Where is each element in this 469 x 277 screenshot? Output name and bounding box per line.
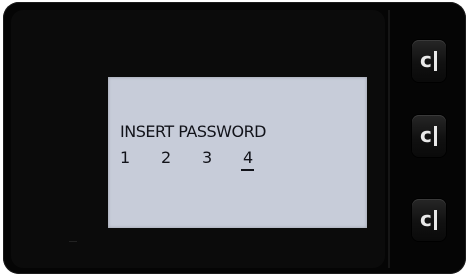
softkey-middle-button[interactable]: c bbox=[412, 115, 446, 157]
password-digit: 1 bbox=[120, 148, 131, 167]
softkey-c-icon: c bbox=[420, 48, 432, 72]
password-prompt: INSERT PASSWORD bbox=[120, 122, 267, 141]
panel-divider bbox=[388, 10, 390, 268]
softkey-bar-icon bbox=[434, 126, 437, 146]
input-cursor bbox=[241, 169, 254, 171]
softkey-bar-icon bbox=[434, 210, 437, 230]
password-digit: 3 bbox=[202, 148, 213, 167]
device-panel: INSERT PASSWORD 1 2 3 4 c c c bbox=[3, 2, 466, 274]
password-digit: 2 bbox=[161, 148, 172, 167]
softkey-c-icon: c bbox=[420, 123, 432, 147]
softkey-bar-icon bbox=[434, 51, 437, 71]
bezel-mark bbox=[69, 241, 77, 242]
softkey-c-icon: c bbox=[420, 207, 432, 231]
lcd-display: INSERT PASSWORD 1 2 3 4 bbox=[69, 77, 367, 242]
screen-bezel: INSERT PASSWORD 1 2 3 4 bbox=[11, 10, 385, 268]
softkey-bottom-button[interactable]: c bbox=[412, 199, 446, 241]
softkey-top-button[interactable]: c bbox=[412, 40, 446, 82]
password-digit-active: 4 bbox=[243, 148, 254, 167]
